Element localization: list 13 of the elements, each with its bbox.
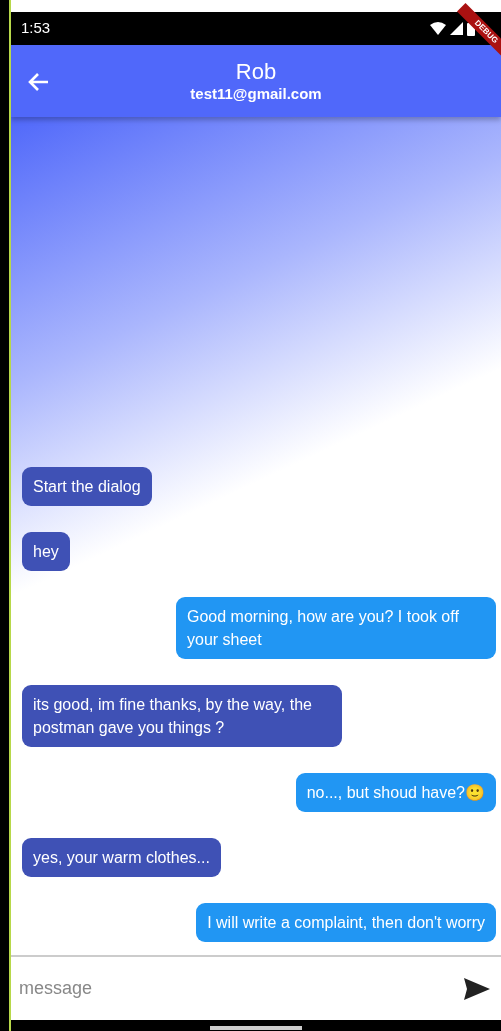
wifi-icon bbox=[430, 22, 446, 35]
signal-icon bbox=[450, 22, 463, 35]
status-time: 1:53 bbox=[21, 18, 51, 39]
sent-message: I will write a complaint, then don't worry bbox=[196, 903, 496, 942]
received-message: hey bbox=[22, 532, 70, 571]
contact-email: test11@gmail.com bbox=[190, 85, 322, 103]
send-button[interactable] bbox=[463, 976, 491, 1001]
sent-message: Good morning, how are you? I took off your sheet bbox=[176, 597, 496, 659]
sent-message: no..., but shoud have?🙂 bbox=[295, 773, 496, 812]
received-message: yes, your warm clothes... bbox=[22, 838, 221, 877]
contact-name: Rob bbox=[235, 59, 277, 85]
received-message: Start the dialog bbox=[22, 467, 152, 506]
received-message: its good, im fine thanks, by the way, the postman gave you things ? bbox=[22, 685, 342, 747]
